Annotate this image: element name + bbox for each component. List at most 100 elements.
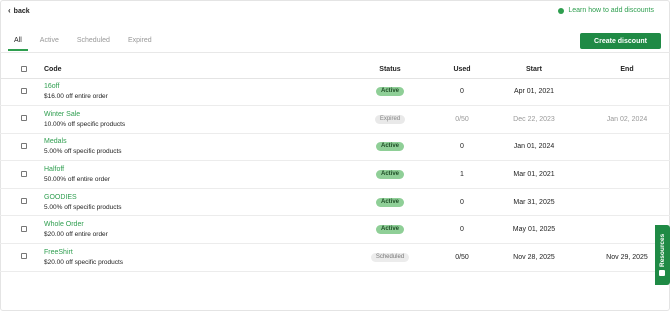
start-date-cell: Mar 01, 2021 (484, 160, 584, 189)
discount-description: $20.00 off specific products (44, 258, 124, 266)
table-row[interactable]: Medals 5.00% off specific products Active 0… (0, 133, 670, 162)
row-select-cell (0, 215, 44, 245)
tab-expired[interactable]: Expired (122, 34, 158, 51)
end-date-cell: Jan 02, 2024 (584, 105, 670, 134)
start-date-cell: Dec 22, 2023 (484, 105, 584, 134)
discount-code-link[interactable]: Medals (44, 138, 340, 145)
table-row[interactable]: GOODIES 5.00% off specific products Active… (0, 188, 670, 217)
used-cell: 0 (440, 133, 484, 162)
status-badge: Active (375, 225, 404, 235)
row-checkbox[interactable] (21, 142, 27, 149)
status-badge: Scheduled (370, 252, 410, 262)
status-cell: Active (340, 160, 440, 189)
start-date-cell: Apr 01, 2021 (484, 78, 584, 107)
row-checkbox[interactable] (21, 87, 27, 94)
start-date-cell: May 01, 2025 (484, 215, 584, 245)
tab-scheduled[interactable]: Scheduled (71, 34, 116, 51)
table-row[interactable]: FreeShirt $20.00 off specific products Sch… (0, 243, 670, 272)
select-all-checkbox[interactable] (21, 65, 27, 72)
row-select-cell (0, 160, 44, 189)
status-cell: Active (340, 78, 440, 107)
start-date-cell: Jan 01, 2024 (484, 133, 584, 162)
resources-tab[interactable]: Resources (655, 225, 670, 285)
learn-discounts-link[interactable]: Learn how to add discounts (558, 7, 654, 14)
end-date-cell (584, 160, 670, 189)
status-badge: Expired (374, 114, 406, 124)
row-checkbox[interactable] (21, 170, 27, 177)
status-badge: Active (375, 197, 404, 207)
row-select-cell (0, 78, 44, 107)
code-cell: Medals 5.00% off specific products (44, 133, 340, 162)
discount-code-link[interactable]: Halfoff (44, 166, 340, 173)
status-cell: Active (340, 215, 440, 245)
used-cell: 0 (440, 78, 484, 107)
header-start: Start (484, 62, 584, 79)
status-cell: Active (340, 133, 440, 162)
row-checkbox[interactable] (21, 253, 27, 260)
discount-code-link[interactable]: FreeShirt (44, 249, 340, 256)
filter-tabs: All Active Scheduled Expired (8, 34, 164, 51)
discount-code-link[interactable]: GOODIES (44, 194, 340, 201)
select-all-cell (0, 62, 44, 79)
row-checkbox[interactable] (21, 225, 27, 232)
end-date-cell (584, 188, 670, 217)
header-end: End (584, 62, 670, 79)
code-cell: Winter Sale 10.00% off specific products (44, 105, 340, 134)
status-cell: Scheduled (340, 243, 440, 272)
start-date-cell: Mar 31, 2025 (484, 188, 584, 217)
used-cell: 0/50 (440, 105, 484, 134)
used-cell: 0 (440, 215, 484, 245)
code-cell: GOODIES 5.00% off specific products (44, 188, 340, 217)
header-used: Used (440, 62, 484, 79)
row-checkbox[interactable] (21, 198, 27, 205)
row-select-cell (0, 133, 44, 162)
used-cell: 0 (440, 188, 484, 217)
table-row[interactable]: Whole Order $20.00 off entire order Active… (0, 215, 670, 245)
create-discount-button[interactable]: Create discount (580, 33, 661, 49)
tab-all[interactable]: All (8, 34, 28, 51)
resources-label: Resources (659, 233, 666, 268)
discount-description: 50.00% off entire order (44, 176, 111, 184)
header-status: Status (340, 62, 440, 79)
discount-description: $20.00 off entire order (44, 231, 108, 239)
book-icon (659, 270, 666, 277)
discount-description: 5.00% off specific products (44, 148, 122, 156)
status-badge: Active (375, 170, 404, 180)
code-cell: FreeShirt $20.00 off specific products (44, 243, 340, 272)
status-badge: Active (375, 142, 404, 152)
row-select-cell (0, 243, 44, 272)
end-date-cell (584, 78, 670, 107)
discount-code-link[interactable]: 16off (44, 83, 340, 90)
top-bar: ‹ back Learn how to add discounts (0, 0, 670, 24)
code-cell: Whole Order $20.00 off entire order (44, 215, 340, 245)
table-row[interactable]: 16off $16.00 off entire order Active 0 Apr 0… (0, 78, 670, 107)
discount-description: 5.00% off specific products (44, 203, 122, 211)
start-date-cell: Nov 28, 2025 (484, 243, 584, 272)
end-date-cell (584, 133, 670, 162)
header-code: Code (44, 62, 340, 79)
used-cell: 1 (440, 160, 484, 189)
row-select-cell (0, 188, 44, 217)
chevron-left-icon: ‹ (8, 6, 11, 15)
discount-code-link[interactable]: Whole Order (44, 221, 340, 228)
table-row[interactable]: Winter Sale 10.00% off specific products E… (0, 105, 670, 134)
learn-label: Learn how to add discounts (568, 7, 654, 14)
row-checkbox[interactable] (21, 115, 27, 122)
status-cell: Active (340, 188, 440, 217)
discount-code-link[interactable]: Winter Sale (44, 111, 340, 118)
tab-active[interactable]: Active (34, 34, 65, 51)
used-cell: 0/50 (440, 243, 484, 272)
back-link[interactable]: ‹ back (8, 7, 30, 15)
code-cell: 16off $16.00 off entire order (44, 78, 340, 107)
info-dot-icon (558, 7, 565, 14)
row-select-cell (0, 105, 44, 134)
discounts-table: Code Status Used Start End 16off $16.00 o… (0, 62, 670, 272)
code-cell: Halfoff 50.00% off entire order (44, 160, 340, 189)
discount-description: $16.00 off entire order (44, 93, 108, 101)
status-badge: Active (375, 87, 404, 97)
tabs-divider (0, 52, 670, 53)
discount-description: 10.00% off specific products (44, 120, 126, 128)
table-row[interactable]: Halfoff 50.00% off entire order Active 1 Mar… (0, 160, 670, 189)
table-header-row: Code Status Used Start End (0, 62, 670, 79)
back-label: back (13, 7, 30, 15)
